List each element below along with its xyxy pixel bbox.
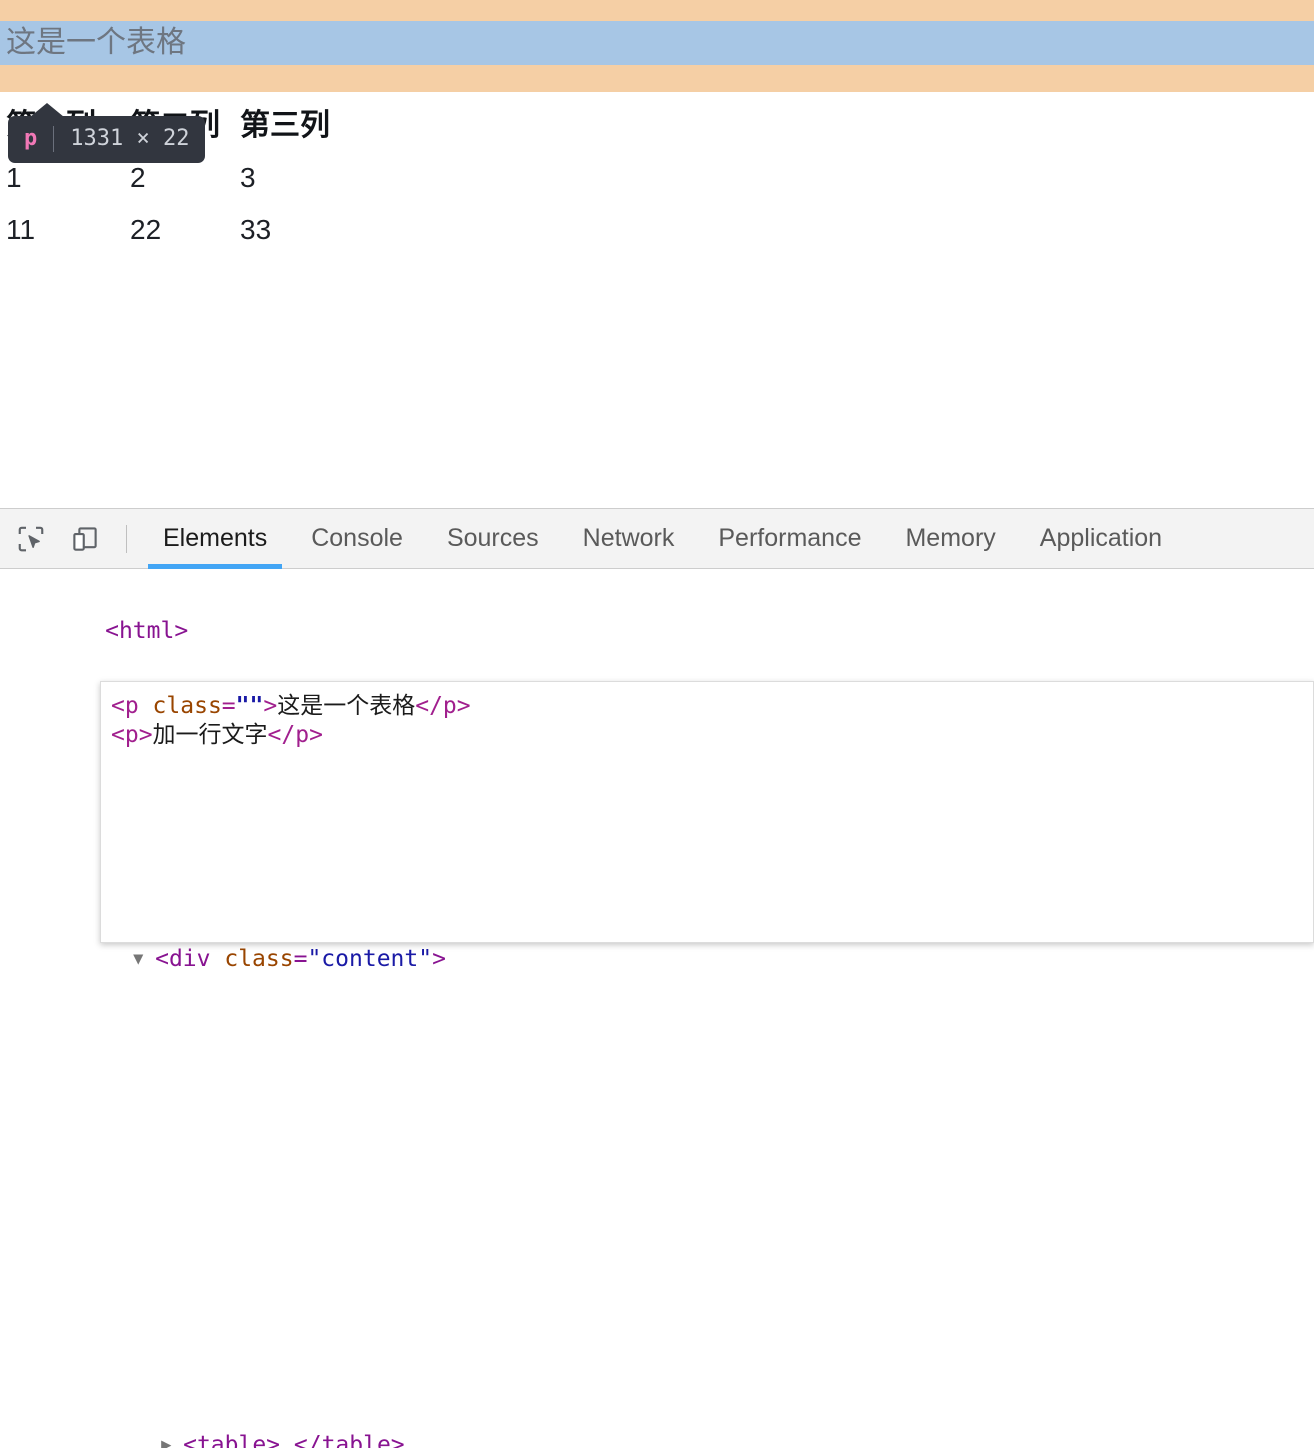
tooltip-divider xyxy=(53,126,55,152)
tab-sources[interactable]: Sources xyxy=(425,509,561,569)
edit-attr-class: class xyxy=(138,693,222,719)
table-cell: 3 xyxy=(240,162,256,193)
device-toolbar-icon[interactable] xyxy=(62,516,108,562)
edit-text-content-2: 加一行文字 xyxy=(152,722,268,748)
toolbar-divider xyxy=(126,524,127,553)
tab-console[interactable]: Console xyxy=(289,509,425,569)
tab-application[interactable]: Application xyxy=(1018,509,1184,569)
tab-network[interactable]: Network xyxy=(561,509,697,569)
dom-line-html[interactable]: <html> xyxy=(0,577,1314,685)
chevron-right-icon[interactable]: ▶ xyxy=(161,1427,183,1448)
devtools-panel: Elements Console Sources Network Perform… xyxy=(0,508,1314,1448)
dom-tag-table: <table>…</table> xyxy=(183,1432,405,1448)
edit-line-2: <p>加一行文字</p> xyxy=(111,721,1313,750)
page-paragraph-title: 这是一个表格 xyxy=(6,26,186,59)
edit-close-bracket: > xyxy=(263,693,278,719)
edit-line-1: <p class="">这是一个表格</p> xyxy=(111,692,1313,721)
dom-tag-div: <div xyxy=(155,946,211,972)
edit-close-tag-p-2: </p> xyxy=(267,722,323,748)
table-row: 11 22 33 xyxy=(6,204,372,256)
tooltip-arrow-icon xyxy=(30,103,64,117)
tooltip-tag-name: p xyxy=(24,126,38,151)
devtools-tab-bar: Elements Console Sources Network Perform… xyxy=(141,509,1184,569)
edit-attr-value: "" xyxy=(235,693,264,719)
highlight-margin-top xyxy=(0,0,1314,21)
highlight-margin-bottom xyxy=(0,65,1314,92)
edit-equals: = xyxy=(221,693,236,719)
highlight-content-box xyxy=(0,21,1314,65)
tab-elements[interactable]: Elements xyxy=(141,509,289,569)
table-cell: 33 xyxy=(240,214,272,245)
edit-open-tag-p: <p xyxy=(111,693,139,719)
table-cell: 11 xyxy=(6,214,36,245)
inspect-element-icon[interactable] xyxy=(8,516,54,562)
dom-tag-div-close-bracket: > xyxy=(432,946,446,972)
web-page-viewport: 这是一个表格 第一列 第二列 第三列 1 2 3 11 22 33 p 1 xyxy=(0,0,1314,508)
dom-attr-class: class xyxy=(224,946,294,972)
chevron-down-icon[interactable]: ▼ xyxy=(133,941,155,977)
edit-close-tag-p: </p> xyxy=(415,693,471,719)
devtools-toolbar: Elements Console Sources Network Perform… xyxy=(0,509,1314,569)
edit-open-tag-p-2: <p> xyxy=(111,722,153,748)
element-inspect-tooltip: p 1331 × 22 xyxy=(8,103,206,163)
table-cell: 22 xyxy=(130,214,162,245)
dom-line-table[interactable]: ▶ <table>…</table> xyxy=(0,1391,1314,1448)
edit-text-content: 这是一个表格 xyxy=(277,693,416,719)
tab-memory[interactable]: Memory xyxy=(883,509,1017,569)
dom-attr-class-value: "content" xyxy=(307,946,433,972)
tab-performance[interactable]: Performance xyxy=(696,509,883,569)
tooltip-dimensions: 1331 × 22 xyxy=(70,126,190,151)
dom-tag-html: <html> xyxy=(105,618,189,644)
edit-as-html-textarea[interactable]: <p class="">这是一个表格</p> <p>加一行文字</p> xyxy=(100,681,1314,943)
table-header-cell-3: 第三列 xyxy=(240,109,330,142)
dom-tree[interactable]: <html> ▶<head>…</head> ▼<body> ▼<div cla… xyxy=(0,569,1314,1448)
